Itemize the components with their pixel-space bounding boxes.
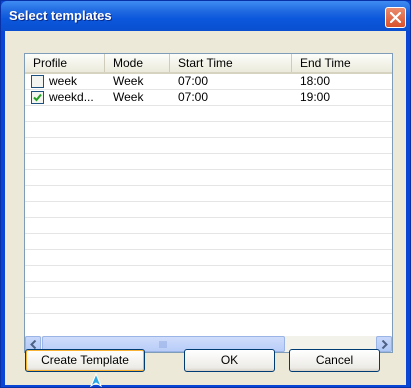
title-bar[interactable]: Select templates (1, 1, 410, 31)
dialog-title: Select templates (9, 8, 112, 23)
dialog-client-area: Profile Mode Start Time End Time week Wee… (5, 31, 406, 385)
empty-row (25, 218, 392, 234)
arrow-right-icon (381, 340, 388, 349)
column-header-end-time[interactable]: End Time (292, 54, 392, 72)
close-icon (390, 12, 401, 23)
arrow-left-icon (30, 340, 37, 349)
empty-row (25, 298, 392, 314)
empty-row (25, 186, 392, 202)
empty-row (25, 122, 392, 138)
empty-row (25, 234, 392, 250)
start-time-cell: 07:00 (178, 90, 209, 104)
mode-cell: Week (113, 90, 144, 104)
column-header-profile[interactable]: Profile (25, 54, 105, 72)
empty-row (25, 106, 392, 122)
grip-icon (159, 341, 167, 348)
row-checkbox[interactable] (31, 75, 44, 88)
column-header-mode[interactable]: Mode (105, 54, 170, 72)
table-row[interactable]: weekd... Week 07:00 19:00 (25, 90, 392, 106)
end-time-cell: 19:00 (300, 90, 331, 104)
select-templates-dialog: Select templates Profile Mode Start Time… (0, 0, 411, 388)
empty-row (25, 170, 392, 186)
list-header: Profile Mode Start Time End Time (25, 54, 392, 74)
templates-list[interactable]: Profile Mode Start Time End Time week Wee… (24, 53, 393, 353)
empty-row (25, 154, 392, 170)
mode-cell: Week (113, 74, 144, 88)
empty-row (25, 250, 392, 266)
mouse-pointer-icon (90, 373, 102, 387)
empty-row (25, 138, 392, 154)
empty-row (25, 282, 392, 298)
empty-row (25, 202, 392, 218)
ok-button[interactable]: OK (184, 349, 275, 372)
table-row[interactable]: week Week 07:00 18:00 (25, 74, 392, 90)
profile-cell: week (49, 74, 78, 88)
row-checkbox[interactable] (31, 91, 44, 104)
column-header-start-time[interactable]: Start Time (170, 54, 292, 72)
checkmark-icon (33, 93, 42, 102)
start-time-cell: 07:00 (178, 74, 209, 88)
profile-cell: weekd... (49, 90, 94, 104)
empty-row (25, 266, 392, 282)
cancel-button[interactable]: Cancel (289, 349, 380, 372)
end-time-cell: 18:00 (300, 74, 331, 88)
close-button[interactable] (385, 7, 406, 28)
create-template-button[interactable]: Create Template (25, 349, 145, 372)
